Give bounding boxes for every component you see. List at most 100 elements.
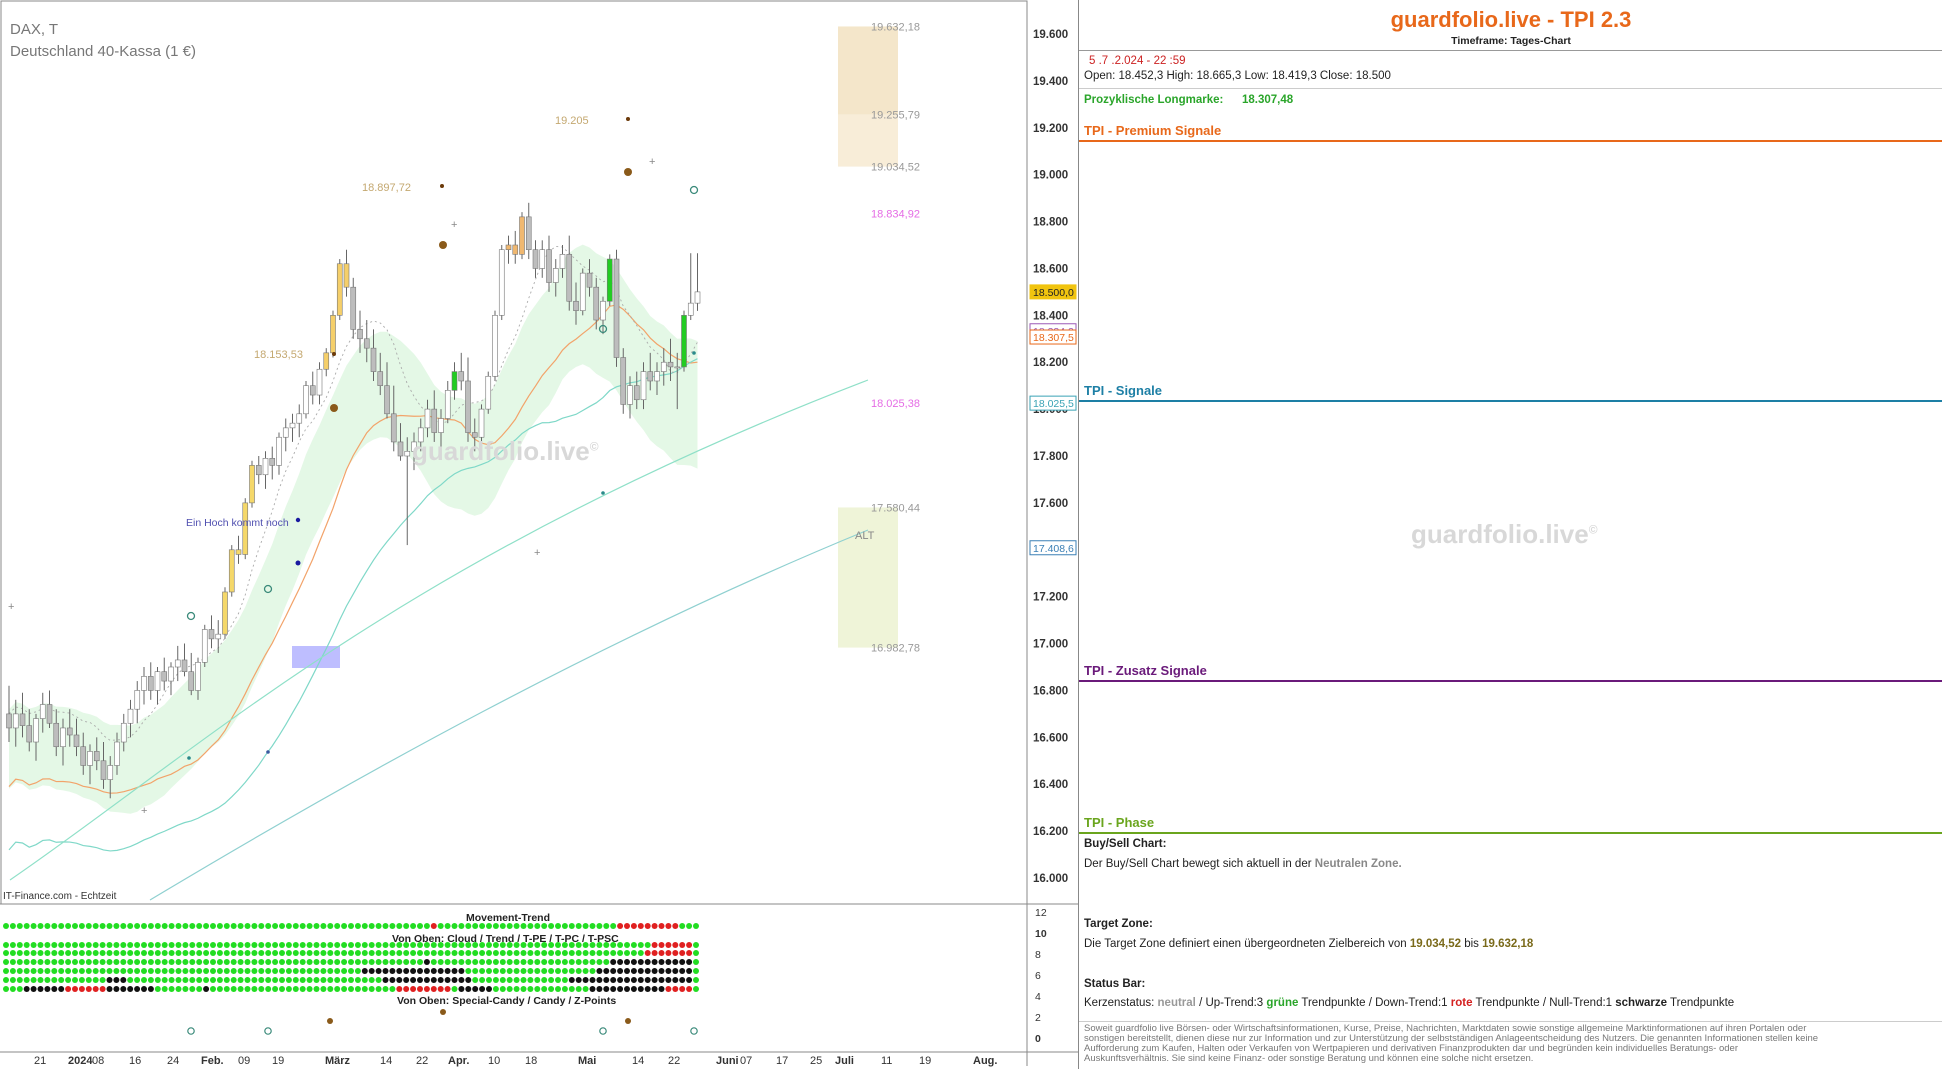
trend-dot bbox=[479, 959, 486, 965]
trend-dot bbox=[637, 986, 644, 992]
trend-dot bbox=[285, 986, 292, 992]
trend-dot bbox=[686, 968, 693, 974]
trend-dot bbox=[265, 923, 272, 929]
trend-dot bbox=[313, 950, 320, 956]
trend-dot bbox=[444, 959, 451, 965]
trend-dot bbox=[285, 977, 292, 983]
price-chart[interactable]: 19.632,18 19.255,79 19.034,52 18.834,92 18.0… bbox=[0, 0, 1078, 1069]
stack-label: Von Oben: Cloud / Trend / T-PE / T-PC / … bbox=[392, 933, 619, 945]
trend-dot bbox=[306, 923, 313, 929]
ind-tick-label: 10 bbox=[1035, 928, 1047, 940]
trend-dot bbox=[334, 923, 341, 929]
trend-dot bbox=[113, 923, 120, 929]
trend-dot bbox=[23, 959, 30, 965]
trend-dot bbox=[37, 968, 44, 974]
trend-dot bbox=[561, 923, 568, 929]
trend-dot bbox=[147, 923, 154, 929]
trend-dot bbox=[258, 950, 265, 956]
trend-dot bbox=[506, 977, 513, 983]
trend-dot bbox=[368, 959, 375, 965]
target-heading: Target Zone: bbox=[1084, 918, 1153, 930]
candle-body bbox=[208, 629, 215, 640]
chart-subtitle: Deutschland 40-Kassa (1 €) bbox=[10, 43, 196, 60]
trend-dot bbox=[30, 959, 37, 965]
trend-dot bbox=[693, 968, 699, 974]
trend-dot bbox=[161, 959, 168, 965]
trend-dot bbox=[672, 923, 679, 929]
trend-dot bbox=[561, 977, 568, 983]
candle-body bbox=[195, 662, 201, 691]
y-tick-label: 16.800 bbox=[1033, 685, 1068, 697]
candle-body bbox=[424, 408, 431, 429]
trend-dot bbox=[265, 968, 272, 974]
trend-dot bbox=[348, 977, 354, 983]
trend-dot bbox=[65, 959, 72, 965]
candle-body bbox=[141, 676, 147, 691]
trend-dot bbox=[665, 959, 672, 965]
candle-body bbox=[573, 300, 579, 311]
trend-dot bbox=[320, 950, 327, 956]
candle-body bbox=[303, 385, 309, 415]
trend-dot bbox=[672, 942, 679, 948]
trend-dot bbox=[168, 923, 175, 929]
signal-dot bbox=[624, 168, 632, 176]
trend-dot bbox=[65, 977, 72, 983]
trend-dot bbox=[651, 986, 658, 992]
candle-body bbox=[100, 760, 107, 780]
buysell-text: Der Buy/Sell Chart bewegt sich aktuell i… bbox=[1084, 858, 1402, 870]
candle-body bbox=[276, 436, 282, 466]
trend-dot bbox=[3, 968, 9, 974]
chart-panel[interactable]: 19.632,18 19.255,79 19.034,52 18.834,92 18.0… bbox=[0, 0, 1078, 1069]
trend-dot bbox=[527, 986, 534, 992]
trend-dot bbox=[327, 968, 334, 974]
trend-dot bbox=[210, 959, 216, 965]
trend-dot bbox=[520, 968, 527, 974]
trend-dot bbox=[292, 986, 299, 992]
trend-dot bbox=[196, 942, 203, 948]
premium-rule bbox=[1079, 140, 1942, 142]
trend-dot bbox=[423, 968, 430, 974]
trend-dot bbox=[175, 959, 182, 965]
trend-dot bbox=[444, 986, 451, 992]
trend-dot bbox=[196, 950, 203, 956]
candle-body bbox=[539, 249, 546, 269]
candle-body bbox=[249, 465, 255, 504]
trend-dot bbox=[154, 959, 161, 965]
signal-dot bbox=[187, 756, 191, 760]
trend-dot bbox=[99, 986, 106, 992]
trend-dot bbox=[154, 942, 161, 948]
disclaimer-text: Soweit guardfolio live Börsen- oder Wirt… bbox=[1084, 1023, 1819, 1064]
x-tick-label: Feb. bbox=[201, 1055, 224, 1067]
x-tick-label: Juni bbox=[716, 1055, 739, 1067]
trend-dot bbox=[9, 942, 16, 948]
trend-dot bbox=[341, 977, 348, 983]
price-tag-label: 18.307,5 bbox=[1033, 332, 1074, 344]
trend-dot bbox=[161, 923, 168, 929]
tpi-info-panel: guardfolio.live - TPI 2.3 Timeframe: Tag… bbox=[1078, 0, 1942, 1069]
candle-body bbox=[255, 465, 262, 476]
trend-dot bbox=[575, 977, 582, 983]
trend-dot bbox=[513, 950, 520, 956]
trend-dot bbox=[196, 986, 203, 992]
candle-body bbox=[390, 413, 397, 443]
trend-dot bbox=[78, 950, 85, 956]
trend-dot bbox=[251, 968, 258, 974]
trend-dot bbox=[244, 977, 251, 983]
trend-dot bbox=[375, 950, 382, 956]
trend-dot bbox=[141, 959, 147, 965]
trend-dot bbox=[251, 986, 258, 992]
trend-dot bbox=[279, 923, 285, 929]
trend-dot bbox=[285, 923, 292, 929]
trend-dot bbox=[223, 986, 230, 992]
trend-dot bbox=[492, 968, 499, 974]
trend-dot bbox=[313, 959, 320, 965]
ohlc-divider bbox=[1079, 88, 1942, 89]
trend-dot bbox=[44, 977, 51, 983]
trend-dot bbox=[299, 942, 306, 948]
trend-dot bbox=[258, 977, 265, 983]
trend-dot bbox=[113, 950, 120, 956]
trend-dot bbox=[72, 959, 78, 965]
candle-body bbox=[201, 629, 208, 663]
trend-dot bbox=[78, 959, 85, 965]
trend-dot bbox=[37, 942, 44, 948]
